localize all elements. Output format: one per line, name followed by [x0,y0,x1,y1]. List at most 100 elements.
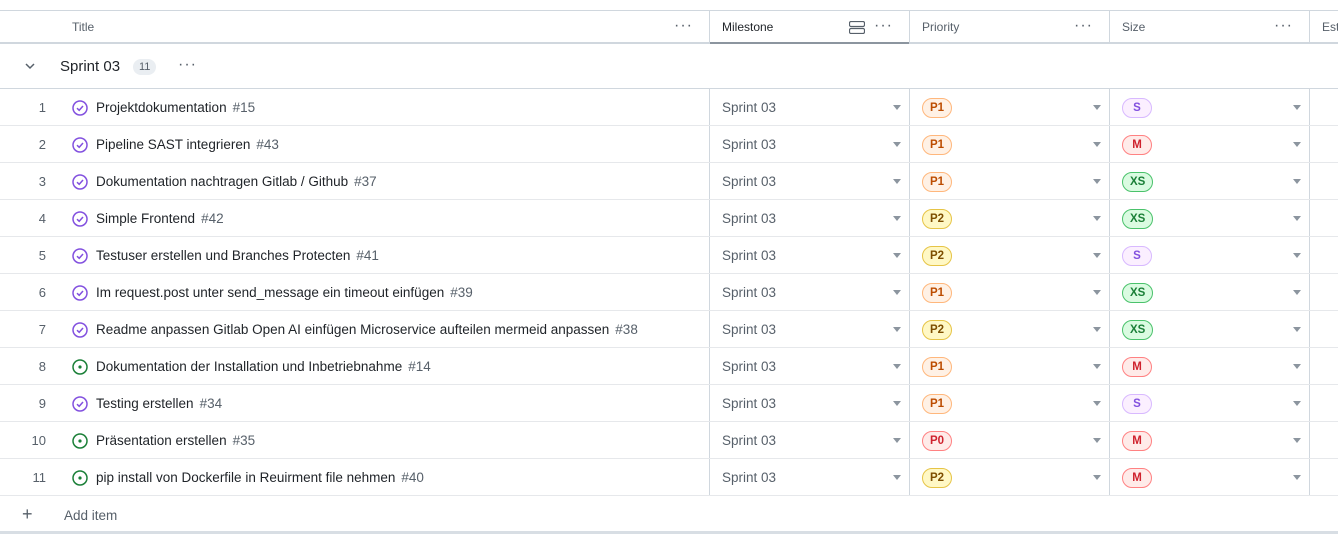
size-dropdown-icon[interactable] [1293,253,1301,258]
size-badge[interactable]: M [1122,468,1152,488]
priority-badge[interactable]: P1 [922,394,953,414]
milestone-dropdown-icon[interactable] [893,438,901,443]
cell-priority[interactable]: P1 [910,274,1110,310]
cell-milestone[interactable]: Sprint 03 [710,237,910,273]
priority-badge[interactable]: P2 [922,246,953,266]
cell-milestone[interactable]: Sprint 03 [710,385,910,421]
priority-dropdown-icon[interactable] [1093,179,1101,184]
cell-priority[interactable]: P2 [910,311,1110,347]
table-row[interactable]: 9 Testing erstellen #34 Sprint 03 P1 S [0,385,1338,422]
table-row[interactable]: 8 Dokumentation der Installation und Inb… [0,348,1338,385]
size-badge[interactable]: S [1122,98,1152,118]
cell-estimate[interactable] [1310,385,1338,421]
size-dropdown-icon[interactable] [1293,142,1301,147]
cell-milestone[interactable]: Sprint 03 [710,200,910,236]
group-header[interactable]: Sprint 03 11 ··· [0,46,1338,89]
cell-priority[interactable]: P2 [910,459,1110,495]
cell-milestone[interactable]: Sprint 03 [710,459,910,495]
cell-estimate[interactable] [1310,459,1338,495]
table-row[interactable]: 7 Readme anpassen Gitlab Open AI einfüge… [0,311,1338,348]
table-row[interactable]: 10 Präsentation erstellen #35 Sprint 03 P… [0,422,1338,459]
priority-dropdown-icon[interactable] [1093,105,1101,110]
size-badge[interactable]: XS [1122,209,1154,229]
cell-size[interactable]: XS [1110,163,1310,199]
column-priority-options-icon[interactable]: ··· [1074,17,1093,35]
milestone-dropdown-icon[interactable] [893,216,901,221]
cell-priority[interactable]: P1 [910,89,1110,125]
priority-dropdown-icon[interactable] [1093,253,1101,258]
cell-size[interactable]: M [1110,422,1310,458]
priority-badge[interactable]: P2 [922,468,953,488]
cell-size[interactable]: M [1110,126,1310,162]
cell-priority[interactable]: P1 [910,163,1110,199]
priority-dropdown-icon[interactable] [1093,216,1101,221]
column-size-options-icon[interactable]: ··· [1274,17,1293,35]
cell-size[interactable]: S [1110,237,1310,273]
cell-priority[interactable]: P1 [910,385,1110,421]
cell-size[interactable]: S [1110,385,1310,421]
column-milestone-options-icon[interactable]: ··· [874,17,893,35]
cell-estimate[interactable] [1310,422,1338,458]
size-dropdown-icon[interactable] [1293,290,1301,295]
cell-milestone[interactable]: Sprint 03 [710,311,910,347]
cell-size[interactable]: S [1110,89,1310,125]
size-dropdown-icon[interactable] [1293,401,1301,406]
column-header-estimate[interactable]: Est [1310,11,1338,42]
milestone-dropdown-icon[interactable] [893,364,901,369]
issue-title-link[interactable]: Pipeline SAST integrieren [96,137,250,152]
column-header-size[interactable]: Size ··· [1110,11,1310,42]
milestone-dropdown-icon[interactable] [893,105,901,110]
cell-priority[interactable]: P1 [910,126,1110,162]
table-row[interactable]: 6 Im request.post unter send_message ein… [0,274,1338,311]
size-dropdown-icon[interactable] [1293,364,1301,369]
group-by-icon[interactable] [849,21,865,34]
cell-estimate[interactable] [1310,163,1338,199]
cell-estimate[interactable] [1310,126,1338,162]
priority-dropdown-icon[interactable] [1093,290,1101,295]
cell-estimate[interactable] [1310,274,1338,310]
cell-priority[interactable]: P0 [910,422,1110,458]
cell-milestone[interactable]: Sprint 03 [710,163,910,199]
issue-title-link[interactable]: Dokumentation der Installation und Inbet… [96,359,402,374]
milestone-dropdown-icon[interactable] [893,290,901,295]
size-dropdown-icon[interactable] [1293,216,1301,221]
table-row[interactable]: 2 Pipeline SAST integrieren #43 Sprint 03… [0,126,1338,163]
size-badge[interactable]: XS [1122,283,1154,303]
cell-milestone[interactable]: Sprint 03 [710,126,910,162]
issue-title-link[interactable]: Readme anpassen Gitlab Open AI einfügen … [96,322,609,337]
milestone-dropdown-icon[interactable] [893,253,901,258]
cell-estimate[interactable] [1310,89,1338,125]
size-dropdown-icon[interactable] [1293,105,1301,110]
size-dropdown-icon[interactable] [1293,475,1301,480]
size-badge[interactable]: S [1122,246,1152,266]
priority-dropdown-icon[interactable] [1093,364,1101,369]
table-row[interactable]: 5 Testuser erstellen und Branches Protec… [0,237,1338,274]
issue-title-link[interactable]: Testing erstellen [96,396,194,411]
cell-estimate[interactable] [1310,311,1338,347]
size-badge[interactable]: M [1122,357,1152,377]
issue-title-link[interactable]: Projektdokumentation [96,100,227,115]
size-badge[interactable]: M [1122,135,1152,155]
cell-milestone[interactable]: Sprint 03 [710,348,910,384]
priority-badge[interactable]: P1 [922,172,953,192]
table-row[interactable]: 1 Projektdokumentation #15 Sprint 03 P1 S [0,89,1338,126]
milestone-dropdown-icon[interactable] [893,327,901,332]
column-header-priority[interactable]: Priority ··· [910,11,1110,42]
cell-milestone[interactable]: Sprint 03 [710,89,910,125]
issue-title-link[interactable]: Präsentation erstellen [96,433,227,448]
cell-estimate[interactable] [1310,348,1338,384]
table-row[interactable]: 3 Dokumentation nachtragen Gitlab / Gith… [0,163,1338,200]
size-dropdown-icon[interactable] [1293,438,1301,443]
size-badge[interactable]: XS [1122,172,1154,192]
cell-milestone[interactable]: Sprint 03 [710,274,910,310]
priority-badge[interactable]: P1 [922,357,953,377]
priority-dropdown-icon[interactable] [1093,401,1101,406]
column-header-title[interactable]: Title ··· [0,11,710,42]
size-badge[interactable]: XS [1122,320,1154,340]
priority-dropdown-icon[interactable] [1093,327,1101,332]
issue-title-link[interactable]: Dokumentation nachtragen Gitlab / Github [96,174,348,189]
priority-badge[interactable]: P0 [922,431,953,451]
column-title-options-icon[interactable]: ··· [674,17,693,35]
cell-size[interactable]: M [1110,459,1310,495]
priority-dropdown-icon[interactable] [1093,475,1101,480]
